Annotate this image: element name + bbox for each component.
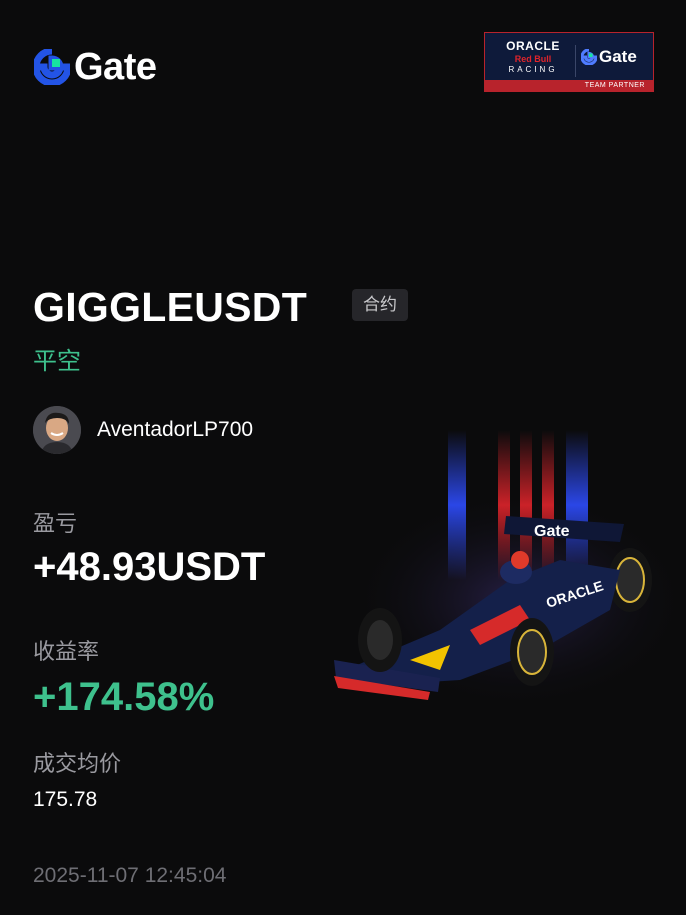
svg-text:Gate: Gate bbox=[534, 523, 570, 540]
f1-car-illustration: Gate ORACLE bbox=[334, 430, 686, 710]
redbull-text: Red Bull bbox=[514, 54, 552, 64]
contract-tag: 合约 bbox=[352, 289, 408, 321]
gate-mini-icon bbox=[581, 49, 597, 65]
badge-divider bbox=[575, 45, 576, 77]
avg-price-value: 175.78 bbox=[33, 788, 98, 811]
pnl-label: 盈亏 bbox=[33, 511, 78, 536]
gate-logo: Gate bbox=[34, 46, 157, 88]
team-partner-badge: ORACLE Red Bull RACING Gate TEAM PARTNER bbox=[484, 32, 654, 92]
gate-logo-text: Gate bbox=[74, 46, 157, 88]
badge-gate-logo: Gate bbox=[581, 47, 637, 67]
trade-direction: 平空 bbox=[33, 348, 81, 375]
username: AventadorLP700 bbox=[97, 418, 254, 441]
avatar bbox=[33, 406, 81, 454]
racing-text: RACING bbox=[508, 65, 558, 74]
badge-gate-text: Gate bbox=[599, 47, 637, 66]
trading-pair: GIGGLEUSDT bbox=[33, 284, 308, 330]
user-row: AventadorLP700 bbox=[33, 406, 253, 454]
roi-value: +174.58% bbox=[33, 675, 215, 719]
gate-logo-icon bbox=[34, 49, 70, 85]
avatar-image bbox=[33, 406, 81, 454]
team-partner-text: TEAM PARTNER bbox=[485, 80, 653, 91]
roi-label: 收益率 bbox=[33, 639, 100, 664]
avg-price-label: 成交均价 bbox=[33, 751, 122, 776]
timestamp: 2025-11-07 12:45:04 bbox=[33, 864, 227, 887]
pnl-value: +48.93USDT bbox=[33, 545, 266, 589]
oracle-text: ORACLE bbox=[506, 39, 560, 53]
